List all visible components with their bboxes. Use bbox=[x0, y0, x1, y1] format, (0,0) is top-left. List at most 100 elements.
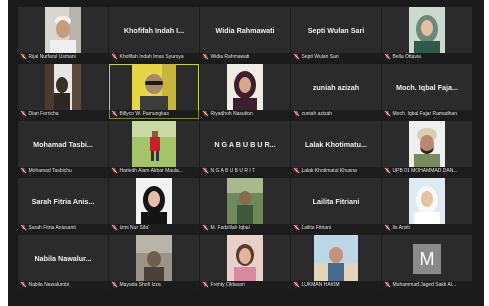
participant-tile[interactable]: Sarah Fitria Anis... Sarah Fitria Anissan… bbox=[18, 178, 108, 233]
participant-name-text: Hariedh Alam Akbar Maula... bbox=[119, 168, 183, 174]
participant-tile[interactable]: zuniah azizah zuniah azizah bbox=[291, 64, 381, 119]
mic-muted-icon bbox=[20, 281, 27, 288]
participant-tile[interactable]: M. Fadzillah Iqbal bbox=[200, 178, 290, 233]
participant-name-text: Muhammad Jaged Sakti Al... bbox=[392, 282, 457, 288]
participant-tile[interactable]: Lailita Fitriani Lailita Fitriani bbox=[291, 178, 381, 233]
participant-video bbox=[409, 121, 445, 167]
mic-muted-icon bbox=[111, 110, 118, 117]
participant-name-label: Sarah Fitria Anissanti bbox=[18, 224, 108, 233]
mic-muted-icon bbox=[293, 224, 300, 231]
participant-video bbox=[132, 64, 176, 110]
participant-tile[interactable]: Mayada Shofi Izza bbox=[109, 235, 199, 290]
participant-name-label: M. Fadzillah Iqbal bbox=[200, 224, 290, 233]
participant-tile[interactable]: Mohamad Tasbi... Mohamad Tasbichu bbox=[18, 121, 108, 176]
participant-name-text: LUKMAN HAKIM bbox=[301, 282, 340, 288]
participant-name-label: Rijal Nurfarul Usmani bbox=[18, 53, 108, 62]
participant-tile[interactable]: UPB 01 MOHAMMAD DAN... bbox=[382, 121, 472, 176]
participant-tile[interactable]: Khofifah Indah I... Khofifah Indah Imas S… bbox=[109, 7, 199, 62]
participant-display-name: Sarah Fitria Anis... bbox=[31, 197, 95, 206]
participant-name-label: Lalak Khotimatul Khusna bbox=[291, 167, 381, 176]
mic-muted-icon bbox=[384, 167, 391, 174]
mic-muted-icon bbox=[20, 110, 27, 117]
participant-name-text: Frenty Oktasari bbox=[210, 282, 245, 288]
mic-muted-icon bbox=[293, 53, 300, 60]
mic-muted-icon bbox=[111, 224, 118, 231]
participant-name-text: Mohamad Tasbichu bbox=[28, 168, 72, 174]
participant-name-text: Rijal Nurfarul Usmani bbox=[28, 54, 76, 60]
mic-muted-icon bbox=[202, 53, 209, 60]
participant-display-name: Mohamad Tasbi... bbox=[33, 140, 93, 149]
participant-display-name: Lalak Khotimatu... bbox=[305, 140, 367, 149]
participant-tile[interactable]: Frenty Oktasari bbox=[200, 235, 290, 290]
participant-display-name: Moch. Iqbal Faja... bbox=[396, 83, 458, 92]
participant-name-text: Dian Ferricha bbox=[28, 111, 59, 117]
participant-name-label: Iis Arsiti bbox=[382, 224, 472, 233]
participant-display-name: Nabila Nawalur... bbox=[34, 254, 92, 263]
mic-muted-icon bbox=[202, 110, 209, 117]
participant-name-text: Mayada Shofi Izza bbox=[119, 282, 161, 288]
participant-name-text: Riyadhoh Nasution bbox=[210, 111, 253, 117]
participant-name-text: Septi Wulan Sari bbox=[301, 54, 339, 60]
mic-muted-icon bbox=[20, 53, 27, 60]
participant-video bbox=[227, 178, 263, 224]
participant-video bbox=[45, 64, 81, 110]
participant-name-text: Izmi Nur Sifa' bbox=[119, 225, 150, 231]
mic-muted-icon bbox=[293, 110, 300, 117]
participant-tile[interactable]: N G A B U B U R... N G A B U B U R I T bbox=[200, 121, 290, 176]
participant-tile[interactable]: Riyadhoh Nasution bbox=[200, 64, 290, 119]
participant-video bbox=[45, 7, 81, 53]
participant-video bbox=[314, 235, 358, 281]
participant-tile[interactable]: Dian Ferricha bbox=[18, 64, 108, 119]
participant-video bbox=[227, 64, 263, 110]
participant-tile[interactable]: Bella Ottavia bbox=[382, 7, 472, 62]
participant-tile[interactable]: LUKMAN HAKIM bbox=[291, 235, 381, 290]
participant-name-label: Mohamad Tasbichu bbox=[18, 167, 108, 176]
participant-tile[interactable]: Hariedh Alam Akbar Maula... bbox=[109, 121, 199, 176]
participant-tile[interactable]: Rijal Nurfarul Usmani bbox=[18, 7, 108, 62]
participant-name-text: N G A B U B U R I T bbox=[210, 168, 256, 174]
participant-display-name: Septi Wulan Sari bbox=[307, 26, 365, 35]
participant-name-label: Mayada Shofi Izza bbox=[109, 281, 199, 290]
mic-muted-icon bbox=[384, 281, 391, 288]
participant-name-text: Khofifah Indah Imas Syuroya bbox=[119, 54, 184, 60]
participant-name-text: Sarah Fitria Anissanti bbox=[28, 225, 76, 231]
participant-tile[interactable]: Izmi Nur Sifa' bbox=[109, 178, 199, 233]
mic-muted-icon bbox=[293, 281, 300, 288]
participant-tile[interactable]: Iis Arsiti bbox=[382, 178, 472, 233]
participant-display-name: Khofifah Indah I... bbox=[123, 26, 185, 35]
participant-tile[interactable]: Billyco W. Pamungkas bbox=[109, 64, 199, 119]
participant-video bbox=[227, 235, 263, 281]
participant-name-text: Billyco W. Pamungkas bbox=[119, 111, 169, 117]
participant-name-label: Izmi Nur Sifa' bbox=[109, 224, 199, 233]
participant-name-text: Lalak Khotimatul Khusna bbox=[301, 168, 357, 174]
participant-display-name: N G A B U B U R... bbox=[214, 140, 276, 149]
participant-video bbox=[409, 7, 445, 53]
participant-tile[interactable]: Moch. Iqbal Faja... Moch. Iqbal Fajar Ram… bbox=[382, 64, 472, 119]
participant-display-name: Lailita Fitriani bbox=[312, 197, 360, 206]
mic-muted-icon bbox=[202, 281, 209, 288]
participant-video bbox=[136, 235, 172, 281]
participant-name-text: Moch. Iqbal Fajar Ramadhan bbox=[392, 111, 457, 117]
participant-name-label: zuniah azizah bbox=[291, 110, 381, 119]
mic-muted-icon bbox=[20, 167, 27, 174]
participant-name-text: Bella Ottavia bbox=[392, 54, 421, 60]
participant-tile[interactable]: Widia Rahmawati Widia Rahmawati bbox=[200, 7, 290, 62]
participant-name-label: Bella Ottavia bbox=[382, 53, 472, 62]
participant-display-name: Widia Rahmawati bbox=[215, 26, 275, 35]
participant-name-text: UPB 01 MOHAMMAD DAN... bbox=[392, 168, 458, 174]
participant-name-text: zuniah azizah bbox=[301, 111, 333, 117]
mic-muted-icon bbox=[111, 167, 118, 174]
participant-name-label: Widia Rahmawati bbox=[200, 53, 290, 62]
participant-tile[interactable]: Lalak Khotimatu... Lalak Khotimatul Khusn… bbox=[291, 121, 381, 176]
participant-name-label: Hariedh Alam Akbar Maula... bbox=[109, 167, 199, 176]
participant-tile[interactable]: M Muhammad Jaged Sakti Al... bbox=[382, 235, 472, 290]
mic-muted-icon bbox=[293, 167, 300, 174]
participant-name-label: Dian Ferricha bbox=[18, 110, 108, 119]
participant-tile[interactable]: Nabila Nawalur... Nabila Nawalurobi bbox=[18, 235, 108, 290]
participant-name-label: Frenty Oktasari bbox=[200, 281, 290, 290]
participant-name-label: Muhammad Jaged Sakti Al... bbox=[382, 281, 472, 290]
participant-name-label: UPB 01 MOHAMMAD DAN... bbox=[382, 167, 472, 176]
participant-name-text: Iis Arsiti bbox=[392, 225, 410, 231]
participant-name-label: Lailita Fitriani bbox=[291, 224, 381, 233]
participant-tile[interactable]: Septi Wulan Sari Septi Wulan Sari bbox=[291, 7, 381, 62]
